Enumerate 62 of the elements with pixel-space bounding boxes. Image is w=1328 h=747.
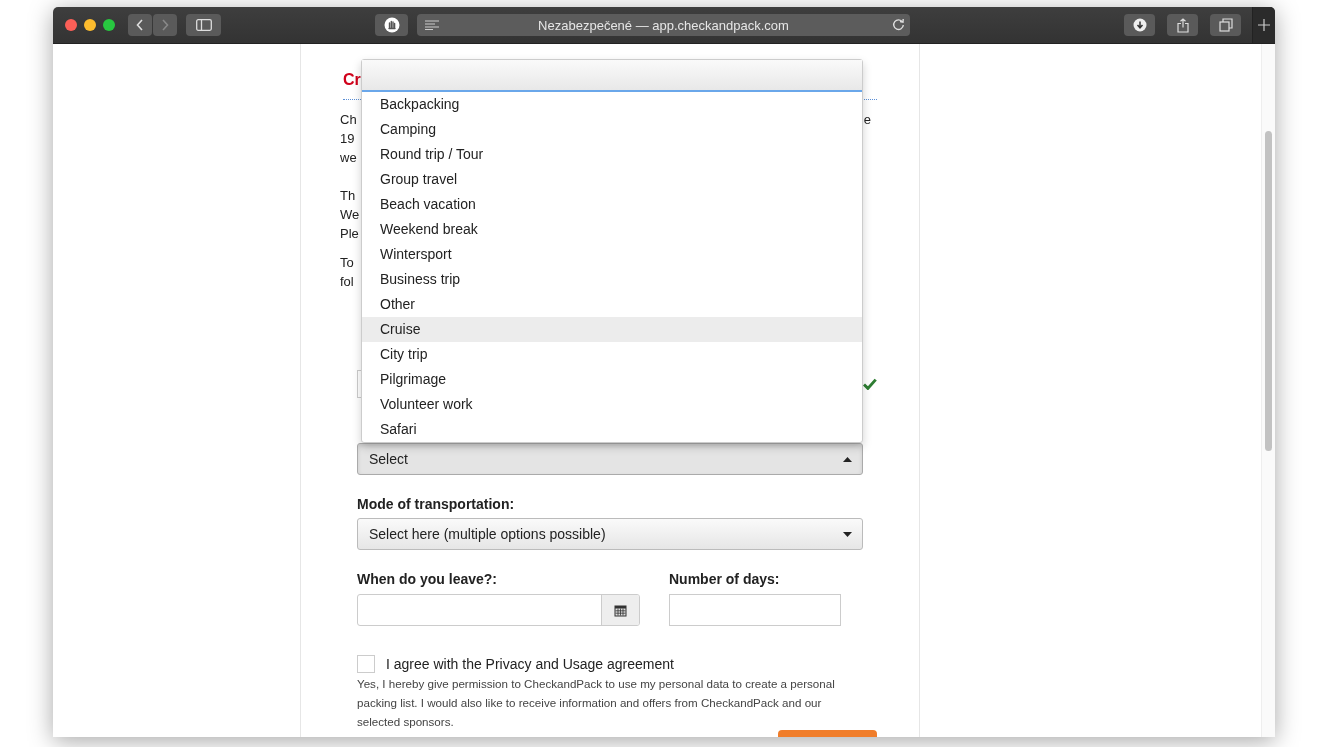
calendar-button[interactable] [601, 595, 639, 625]
caret-down-icon [843, 531, 852, 537]
downloads-button[interactable] [1124, 14, 1155, 36]
dropdown-option[interactable]: Pilgrimage [362, 367, 862, 392]
address-text: Nezabezpečené — app.checkandpack.com [538, 17, 789, 33]
date-field[interactable] [357, 594, 640, 626]
reload-icon[interactable] [892, 18, 905, 31]
paragraph-text: 19 [340, 130, 355, 148]
chevron-right-icon [161, 19, 169, 31]
paragraph-text: Ch [340, 111, 357, 129]
zoom-button[interactable] [103, 19, 115, 31]
calendar-icon [614, 603, 627, 617]
plus-icon [1258, 19, 1270, 31]
paragraph-text: fol [340, 273, 354, 291]
reader-icon [425, 20, 439, 30]
caret-up-icon [843, 456, 852, 462]
field-label: Mode of transportation: [357, 495, 516, 514]
share-button[interactable] [1167, 14, 1198, 36]
address-bar[interactable]: Nezabezpečené — app.checkandpack.com [417, 14, 910, 36]
dropdown-option[interactable]: Volunteer work [362, 392, 862, 417]
dropdown-option[interactable]: Safari [362, 417, 862, 442]
dropdown-option[interactable]: Wintersport [362, 242, 862, 267]
field-label: Number of days: [669, 570, 781, 589]
transport-select[interactable]: Select here (multiple options possible) [357, 518, 863, 550]
dropdown-option[interactable]: Other [362, 292, 862, 317]
consent-text: Yes, I hereby give permission to CheckandPack to use my personal data to create a personal packing list. I would also like to receive information and offers from CheckandPack and our selected sponsors. [357, 676, 836, 730]
download-icon [1132, 18, 1147, 32]
paragraph-text: To [340, 254, 354, 272]
paragraph-text: We [340, 206, 360, 224]
dropdown-option[interactable]: City trip [362, 342, 862, 367]
checkbox-label: I agree with the Privacy and Usage agreement [386, 656, 674, 672]
forward-button[interactable] [153, 14, 177, 36]
back-button[interactable] [128, 14, 152, 36]
dropdown-option[interactable]: Beach vacation [362, 192, 862, 217]
scrollbar-thumb[interactable] [1265, 131, 1272, 451]
page-heading: Cr [343, 71, 361, 89]
paragraph-text: Ple [340, 225, 359, 243]
days-field[interactable] [669, 594, 841, 626]
new-tab-button[interactable] [1252, 7, 1275, 43]
minimize-button[interactable] [84, 19, 96, 31]
trip-type-select[interactable]: Select [357, 443, 863, 475]
dropdown-option[interactable]: Camping [362, 117, 862, 142]
close-button[interactable] [65, 19, 77, 31]
privacy-button[interactable] [375, 14, 408, 36]
paragraph-text: we [340, 149, 357, 167]
checkbox[interactable] [357, 655, 375, 673]
tabs-button[interactable] [1210, 14, 1241, 36]
field-label: When do you leave?: [357, 570, 498, 589]
dropdown-option[interactable]: Cruise [362, 317, 862, 342]
sidebar-icon [195, 19, 212, 31]
tabs-icon [1218, 18, 1233, 32]
chevron-left-icon [136, 19, 144, 31]
search-field[interactable] [362, 60, 862, 92]
sidebar-button[interactable] [186, 14, 221, 36]
dropdown-option[interactable]: Round trip / Tour [362, 142, 862, 167]
dropdown-option[interactable]: Weekend break [362, 217, 862, 242]
share-icon [1176, 17, 1189, 33]
dropdown-option[interactable]: Group travel [362, 167, 862, 192]
paragraph-text: Th [340, 187, 356, 205]
dropdown-option[interactable]: Business trip [362, 267, 862, 292]
paragraph-text: e [863, 111, 871, 129]
dropdown-option[interactable]: Backpacking [362, 92, 862, 117]
